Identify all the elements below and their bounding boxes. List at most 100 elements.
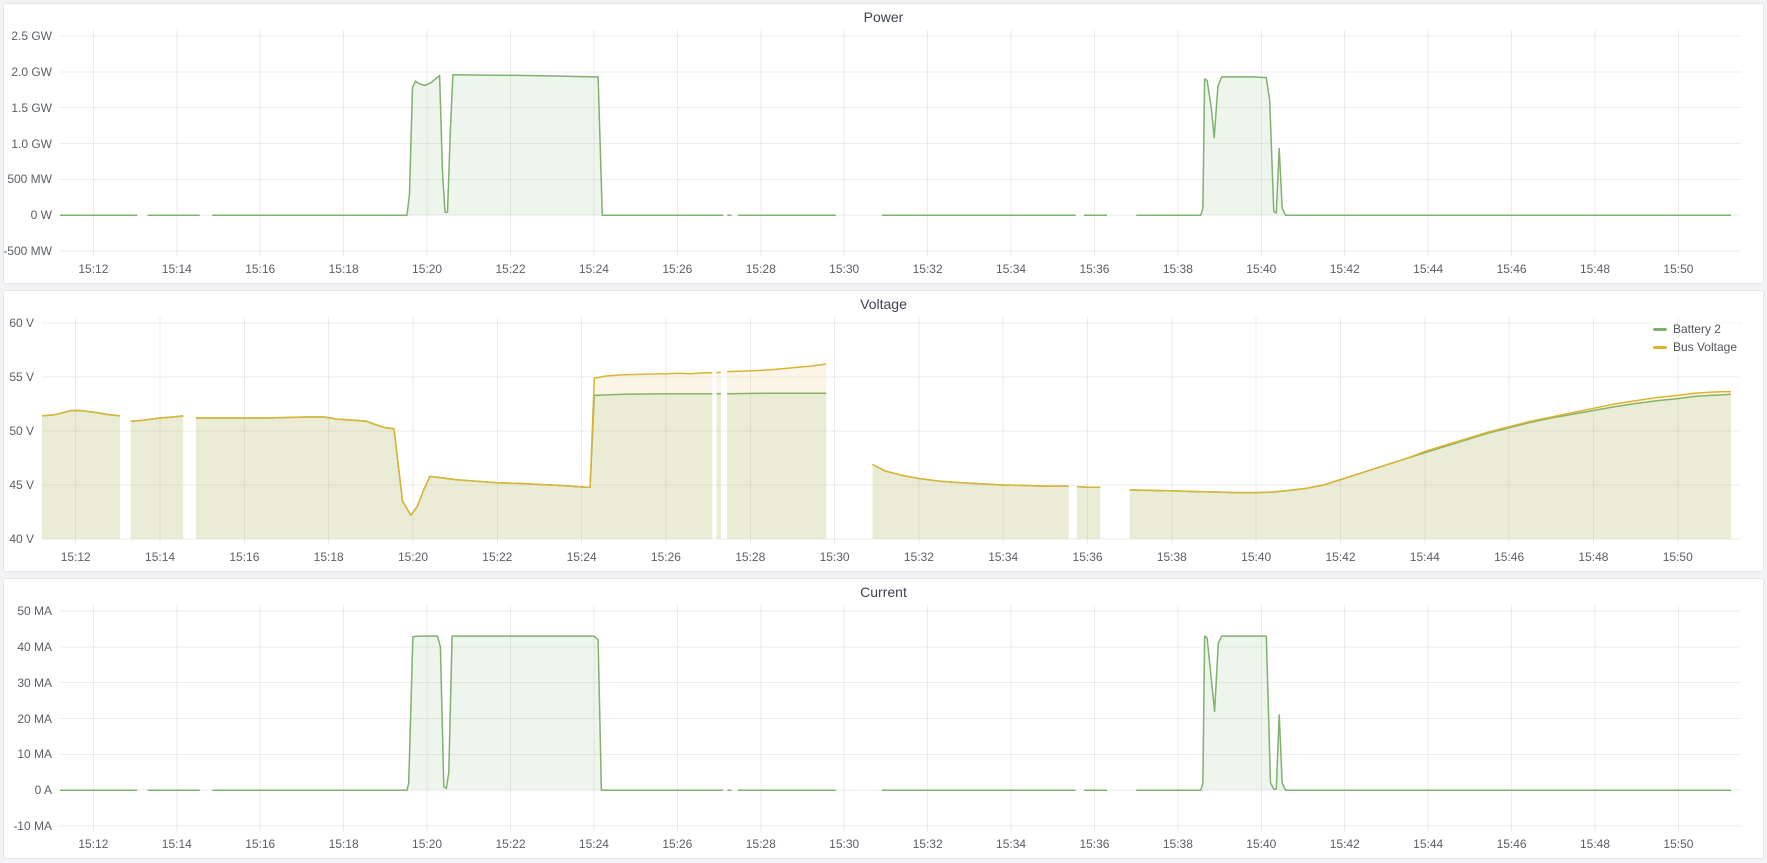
x-tick-label: 15:26 [662, 837, 692, 851]
legend-item-bus-voltage[interactable]: Bus Voltage [1653, 340, 1737, 355]
current-plot-area[interactable] [60, 605, 1741, 832]
x-tick-label: 15:26 [662, 262, 692, 276]
x-tick-label: 15:22 [482, 550, 512, 564]
x-tick-label: 15:34 [988, 550, 1018, 564]
x-tick-label: 15:28 [746, 262, 776, 276]
x-tick-label: 15:18 [314, 550, 344, 564]
voltage-y-axis: 60 V55 V50 V45 V40 V [4, 317, 42, 545]
y-tick-label: 1.5 GW [11, 101, 52, 115]
power-panel-title[interactable]: Power [4, 4, 1763, 30]
current-x-axis-row: 15:1215:1415:1615:1815:2015:2215:2415:26… [4, 832, 1763, 858]
x-tick-label: 15:22 [495, 262, 525, 276]
x-tick-label: 15:42 [1330, 837, 1360, 851]
x-tick-label: 15:44 [1410, 550, 1440, 564]
x-tick-label: 15:38 [1157, 550, 1187, 564]
x-tick-label: 15:16 [245, 262, 275, 276]
legend-swatch-icon [1653, 328, 1667, 331]
x-tick-label: 15:14 [162, 262, 192, 276]
x-tick-label: 15:40 [1246, 837, 1276, 851]
x-tick-label: 15:20 [412, 262, 442, 276]
power-chart-svg [60, 30, 1741, 257]
y-tick-label: 55 V [9, 370, 34, 384]
x-tick-label: 15:42 [1325, 550, 1355, 564]
x-tick-label: 15:38 [1163, 837, 1193, 851]
y-tick-label: -10 MA [13, 819, 52, 833]
current-panel: Current 50 MA 40 MA 30 MA 20 MA 10 MA 0 A -10 … [3, 578, 1764, 859]
current-panel-title[interactable]: Current [4, 579, 1763, 605]
x-tick-label: 15:18 [329, 262, 359, 276]
x-tick-label: 15:16 [229, 550, 259, 564]
y-tick-label: 20 MA [17, 712, 52, 726]
current-chart-svg [60, 605, 1741, 832]
dashboard: Power 2.5 GW2.0 GW1.5 GW1.0 GW500 MW0 W-… [0, 0, 1767, 862]
current-y-axis: 50 MA 40 MA 30 MA 20 MA 10 MA 0 A -10 MA [4, 605, 60, 832]
x-tick-label: 15:20 [398, 550, 428, 564]
x-tick-label: 15:22 [495, 837, 525, 851]
voltage-panel: Voltage 60 V55 V50 V45 V40 V Battery 2Bu… [3, 290, 1764, 572]
legend-item-battery-2[interactable]: Battery 2 [1653, 322, 1737, 337]
x-tick-label: 15:12 [78, 262, 108, 276]
x-tick-label: 15:14 [145, 550, 175, 564]
y-tick-label: 40 MA [17, 640, 52, 654]
voltage-panel-title[interactable]: Voltage [4, 291, 1763, 317]
x-tick-label: 15:38 [1163, 262, 1193, 276]
voltage-x-axis-spacer [4, 545, 42, 571]
y-tick-label: 40 V [9, 532, 34, 546]
x-tick-label: 15:48 [1580, 262, 1610, 276]
voltage-chart-svg [42, 317, 1741, 545]
x-tick-label: 15:48 [1580, 837, 1610, 851]
y-tick-label: 0 A [35, 783, 52, 797]
x-tick-label: 15:46 [1497, 837, 1527, 851]
x-tick-label: 15:12 [61, 550, 91, 564]
x-tick-label: 15:28 [746, 837, 776, 851]
y-tick-label: 50 MA [17, 604, 52, 618]
y-tick-label: 50 V [9, 424, 34, 438]
y-tick-label: 30 MA [17, 676, 52, 690]
voltage-x-axis-row: 15:12 15:14 15:16 15:18 15:20 15:22 15:24 15:26… [4, 545, 1763, 571]
x-tick-label: 15:42 [1330, 262, 1360, 276]
power-plot-row: 2.5 GW2.0 GW1.5 GW1.0 GW500 MW0 W-500 MW [4, 30, 1763, 257]
x-tick-label: 15:34 [996, 262, 1026, 276]
x-tick-label: 15:46 [1494, 550, 1524, 564]
power-panel: Power 2.5 GW2.0 GW1.5 GW1.0 GW500 MW0 W-… [3, 3, 1764, 284]
power-y-axis: 2.5 GW2.0 GW1.5 GW1.0 GW500 MW0 W-500 MW [4, 30, 60, 257]
y-tick-label: 0 W [31, 208, 52, 222]
x-tick-label: 15:26 [651, 550, 681, 564]
power-plot-area[interactable] [60, 30, 1741, 257]
x-tick-label: 15:28 [735, 550, 765, 564]
legend-label: Bus Voltage [1673, 340, 1737, 355]
power-x-axis-row: 15:12 15:14 15:16 15:18 15:20 15:22 15:24 15:26… [4, 257, 1763, 283]
x-tick-label: 15:24 [567, 550, 597, 564]
x-tick-label: 15:32 [913, 262, 943, 276]
y-tick-label: 2.5 GW [11, 29, 52, 43]
x-tick-label: 15:30 [829, 837, 859, 851]
x-tick-label: 15:18 [329, 837, 359, 851]
y-tick-label: 500 MW [7, 172, 52, 186]
x-tick-label: 15:40 [1241, 550, 1271, 564]
voltage-plot-row: 60 V55 V50 V45 V40 V Battery 2Bus Voltag… [4, 317, 1763, 545]
current-x-axis: 15:1215:1415:1615:1815:2015:2215:2415:26… [60, 832, 1741, 858]
x-tick-label: 15:50 [1663, 550, 1693, 564]
voltage-plot-area[interactable]: Battery 2 Bus Voltage [42, 317, 1741, 545]
x-tick-label: 15:40 [1246, 262, 1276, 276]
current-x-axis-spacer [4, 832, 60, 858]
power-x-axis: 15:12 15:14 15:16 15:18 15:20 15:22 15:24 15:26… [60, 257, 1741, 283]
x-tick-label: 15:32 [904, 550, 934, 564]
legend-label: Battery 2 [1673, 322, 1721, 337]
x-tick-label: 15:30 [820, 550, 850, 564]
x-tick-label: 15:44 [1413, 837, 1443, 851]
y-tick-label: 10 MA [17, 747, 52, 761]
x-tick-label: 15:24 [579, 262, 609, 276]
voltage-x-axis: 15:12 15:14 15:16 15:18 15:20 15:22 15:24 15:26… [42, 545, 1741, 571]
x-tick-label: 15:50 [1663, 837, 1693, 851]
y-tick-label: -500 MW [3, 244, 52, 258]
x-tick-label: 15:34 [996, 837, 1026, 851]
x-tick-label: 15:36 [1079, 837, 1109, 851]
y-tick-label: 45 V [9, 478, 34, 492]
x-tick-label: 15:14 [162, 837, 192, 851]
x-tick-label: 15:20 [412, 837, 442, 851]
power-x-axis-spacer [4, 257, 60, 283]
current-plot-row: 50 MA 40 MA 30 MA 20 MA 10 MA 0 A -10 MA [4, 605, 1763, 832]
x-tick-label: 15:32 [913, 837, 943, 851]
y-tick-label: 1.0 GW [11, 137, 52, 151]
